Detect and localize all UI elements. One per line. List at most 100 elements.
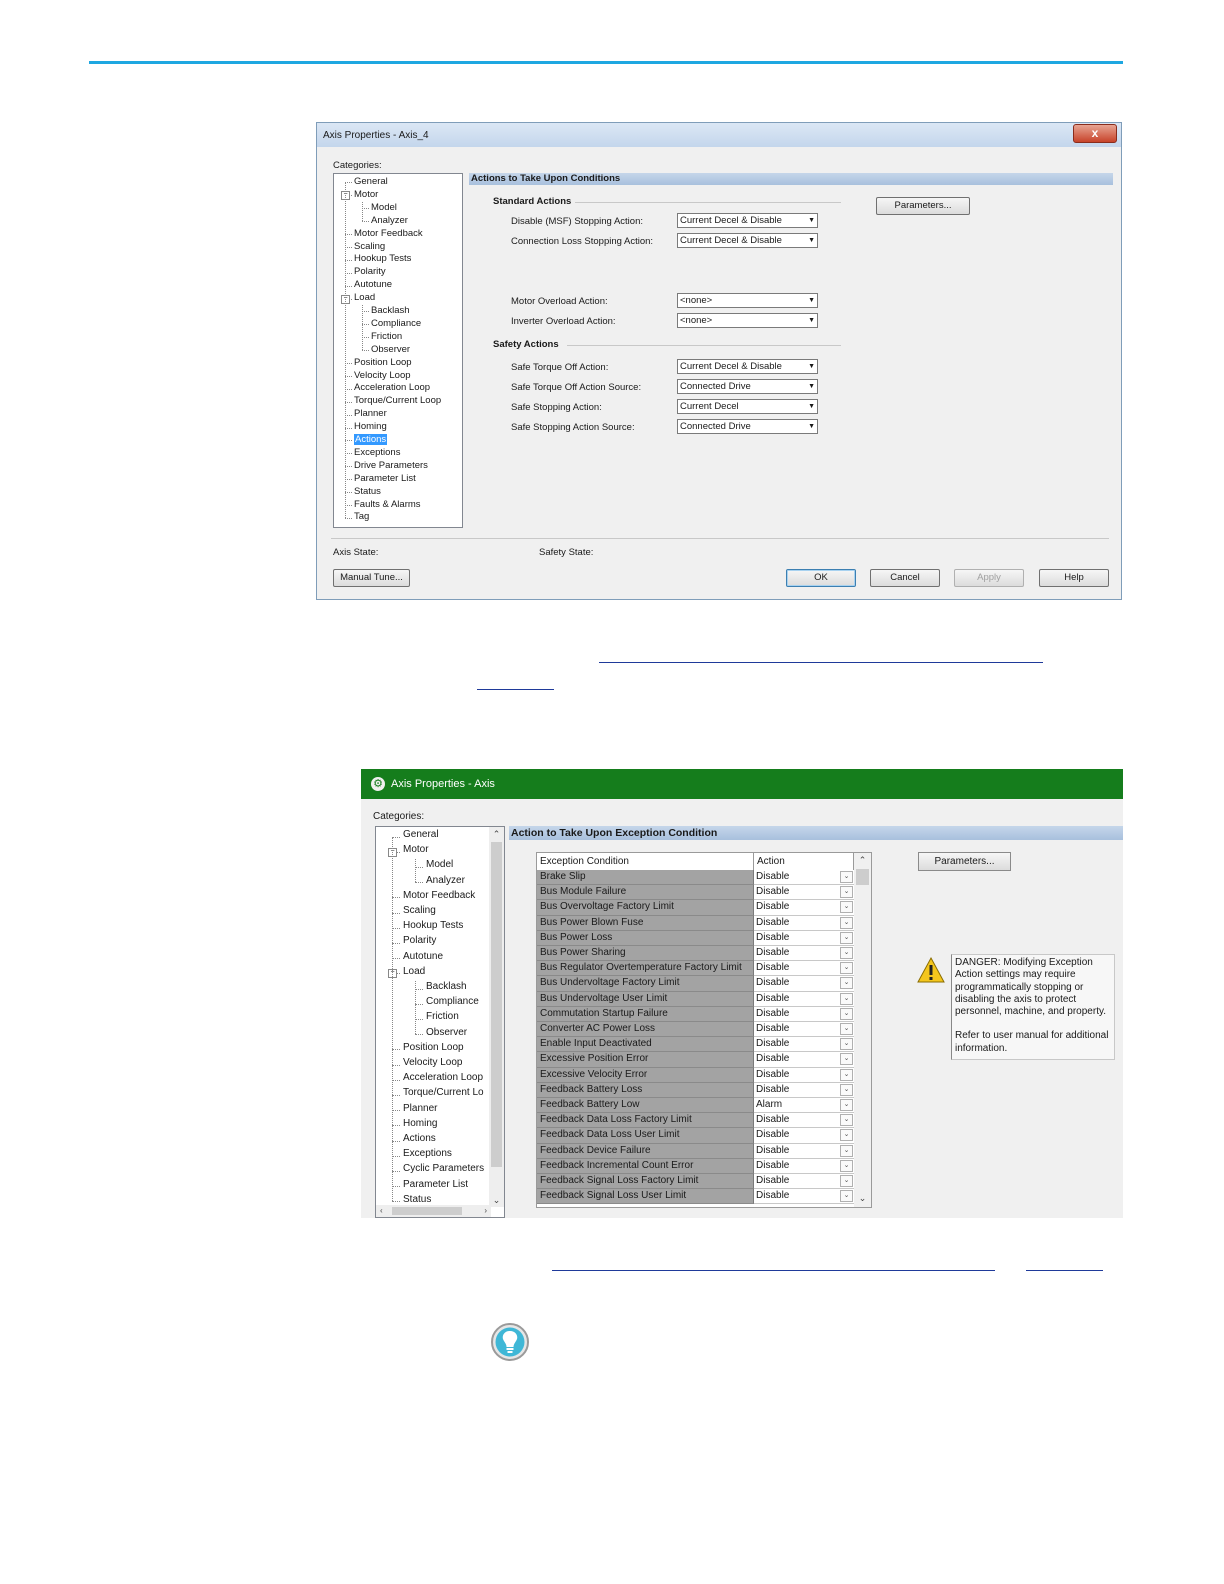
table-row[interactable]: Brake Slip Disable ⌄ (537, 870, 854, 886)
exception-grid[interactable]: Exception Condition Action ⌃ ⌄ Brake Sli… (536, 852, 872, 1208)
chevron-down-icon[interactable]: ⌄ (840, 1007, 853, 1020)
chevron-down-icon[interactable]: ⌄ (840, 931, 853, 944)
table-row[interactable]: Enable Input Deactivated Disable ⌄ (537, 1037, 854, 1053)
tree-item-general[interactable]: General (403, 829, 439, 840)
parameters-button[interactable]: Parameters... (918, 852, 1011, 871)
action-select[interactable]: Disable ⌄ (754, 1037, 854, 1053)
table-row[interactable]: Excessive Position Error Disable ⌄ (537, 1052, 854, 1068)
categories-tree[interactable]: General Motor − Model Analyzer Motor Feedback… (333, 173, 463, 528)
tree-item-model[interactable]: Model (426, 859, 453, 870)
chevron-down-icon[interactable]: ⌄ (840, 1023, 853, 1035)
tree-item-homing[interactable]: Homing (403, 1118, 437, 1129)
table-row[interactable]: Feedback Data Loss User Limit Disable ⌄ (537, 1128, 854, 1144)
tree-item-polarity[interactable]: Polarity (403, 935, 436, 946)
tree-item-status[interactable]: Status (403, 1194, 431, 1205)
tree-item-autotune[interactable]: Autotune (403, 951, 443, 962)
tree-item-motor-feedback[interactable]: Motor Feedback (354, 228, 423, 239)
table-row[interactable]: Bus Undervoltage Factory Limit Disable ⌄ (537, 976, 854, 992)
action-select[interactable]: Disable ⌄ (754, 1067, 854, 1083)
tree-item-exceptions[interactable]: Exceptions (354, 447, 400, 458)
manual-tune-button[interactable]: Manual Tune... (333, 569, 410, 587)
tree-item-general[interactable]: General (354, 176, 388, 187)
chevron-down-icon[interactable]: ⌄ (840, 1190, 853, 1203)
tree-item-status[interactable]: Status (354, 486, 381, 497)
tree-horizontal-scrollbar[interactable]: ‹ › (376, 1205, 491, 1217)
scroll-up-icon[interactable]: ⌃ (489, 827, 504, 841)
chevron-down-icon[interactable]: ⌄ (840, 1159, 853, 1172)
chevron-down-icon[interactable]: ⌄ (840, 1083, 853, 1096)
tree-item-tag[interactable]: Tag (354, 511, 369, 522)
chevron-down-icon[interactable]: ⌄ (840, 1175, 853, 1187)
chevron-down-icon[interactable]: ⌄ (840, 947, 853, 959)
tree-item-acceleration-loop[interactable]: Acceleration Loop (403, 1072, 483, 1083)
table-row[interactable]: Converter AC Power Loss Disable ⌄ (537, 1022, 854, 1038)
scrollbar-thumb[interactable] (392, 1207, 462, 1215)
tree-item-position-loop[interactable]: Position Loop (403, 1042, 464, 1053)
action-select[interactable]: Disable ⌄ (754, 885, 854, 901)
action-select[interactable]: Disable ⌄ (754, 1006, 854, 1022)
tree-item-autotune[interactable]: Autotune (354, 279, 392, 290)
cancel-button[interactable]: Cancel (870, 569, 940, 587)
grid-vertical-scrollbar[interactable]: ⌃ ⌄ (854, 853, 871, 1207)
chevron-down-icon[interactable]: ⌄ (840, 871, 853, 883)
table-row[interactable]: Feedback Incremental Count Error Disable ⌄ (537, 1158, 854, 1174)
action-select[interactable]: Disable ⌄ (754, 1052, 854, 1068)
table-row[interactable]: Bus Power Sharing Disable ⌄ (537, 946, 854, 962)
action-select[interactable]: Disable ⌄ (754, 1158, 854, 1174)
tree-item-analyzer[interactable]: Analyzer (426, 875, 465, 886)
table-row[interactable]: Feedback Signal Loss User Limit Disable ⌄ (537, 1189, 854, 1205)
action-select[interactable]: Disable ⌄ (754, 991, 854, 1007)
motor-overload-action-select[interactable]: <none> ▼ (677, 293, 818, 308)
ok-button[interactable]: OK (786, 569, 856, 587)
action-select[interactable]: Disable ⌄ (754, 1022, 854, 1038)
table-row[interactable]: Bus Regulator Overtemperature Factory Li… (537, 961, 854, 977)
chevron-down-icon[interactable]: ⌄ (840, 1053, 853, 1066)
parameters-button[interactable]: Parameters... (876, 197, 970, 215)
table-row[interactable]: Feedback Battery Loss Disable ⌄ (537, 1082, 854, 1098)
action-select[interactable]: Alarm ⌄ (754, 1098, 854, 1114)
action-select[interactable]: Disable ⌄ (754, 1128, 854, 1144)
chevron-down-icon[interactable]: ⌄ (840, 977, 853, 990)
tree-item-torque-current-loop[interactable]: Torque/Current Loop (354, 395, 441, 406)
safe-stopping-action-select[interactable]: Current Decel ▼ (677, 399, 818, 414)
action-select[interactable]: Disable ⌄ (754, 976, 854, 992)
categories-tree[interactable]: ⌃ ⌄ ‹ › General Motor − Model Analyzer Motor … (375, 826, 505, 1218)
scroll-up-icon[interactable]: ⌃ (854, 853, 871, 867)
tree-item-friction[interactable]: Friction (371, 331, 402, 342)
tree-item-position-loop[interactable]: Position Loop (354, 357, 412, 368)
column-header-action[interactable]: Action (754, 853, 854, 870)
column-header-condition[interactable]: Exception Condition (537, 853, 754, 870)
scroll-down-icon[interactable]: ⌄ (489, 1193, 504, 1207)
tree-item-cyclic-parameters[interactable]: Cyclic Parameters (403, 1163, 484, 1174)
scrollbar-thumb[interactable] (491, 842, 502, 1167)
chevron-down-icon[interactable]: ⌄ (840, 1068, 853, 1081)
tree-item-planner[interactable]: Planner (403, 1103, 437, 1114)
action-select[interactable]: Disable ⌄ (754, 1174, 854, 1190)
chevron-down-icon[interactable]: ⌄ (840, 962, 853, 975)
hyperlink-underline[interactable] (552, 1270, 995, 1271)
tree-item-parameter-list[interactable]: Parameter List (403, 1179, 468, 1190)
apply-button[interactable]: Apply (954, 569, 1024, 587)
chevron-down-icon[interactable]: ⌄ (840, 901, 853, 914)
action-select[interactable]: Disable ⌄ (754, 1082, 854, 1098)
safe-torque-off-source-select[interactable]: Connected Drive ▼ (677, 379, 818, 394)
inverter-overload-action-select[interactable]: <none> ▼ (677, 313, 818, 328)
tree-item-motor[interactable]: Motor (403, 844, 429, 855)
tree-item-motor-feedback[interactable]: Motor Feedback (403, 890, 475, 901)
chevron-down-icon[interactable]: ⌄ (840, 992, 853, 1005)
hyperlink-underline[interactable] (1026, 1270, 1103, 1271)
tree-item-parameter-list[interactable]: Parameter List (354, 473, 416, 484)
tree-item-actions[interactable]: Actions (354, 434, 388, 445)
table-row[interactable]: Bus Module Failure Disable ⌄ (537, 885, 854, 901)
scrollbar-thumb[interactable] (856, 869, 869, 885)
chevron-down-icon[interactable]: ⌄ (840, 1038, 853, 1051)
chevron-down-icon[interactable]: ⌄ (840, 916, 853, 929)
tree-item-velocity-loop[interactable]: Velocity Loop (354, 370, 411, 381)
connection-loss-action-select[interactable]: Current Decel & Disable ▼ (677, 233, 818, 248)
table-row[interactable]: Bus Overvoltage Factory Limit Disable ⌄ (537, 900, 854, 916)
chevron-down-icon[interactable]: ⌄ (840, 1099, 853, 1111)
chevron-down-icon[interactable]: ⌄ (840, 1144, 853, 1157)
action-select[interactable]: Disable ⌄ (754, 1113, 854, 1129)
tree-item-observer[interactable]: Observer (371, 344, 410, 355)
tree-item-planner[interactable]: Planner (354, 408, 387, 419)
